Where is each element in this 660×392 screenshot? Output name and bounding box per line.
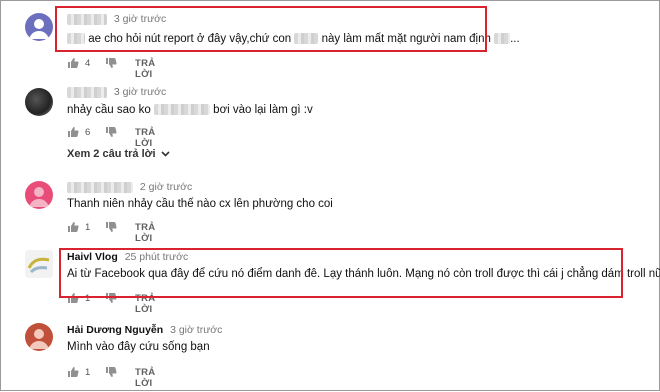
blurred-text (494, 33, 511, 45)
comment-item: 3 giờ trước ae cho hỏi nút report ở đây … (1, 1, 660, 80)
comment-time[interactable]: 2 giờ trước (140, 181, 192, 193)
comment-item: 2 giờ trước Thanh niên nhảy cầu thế nào … (1, 176, 660, 244)
blurred-text (153, 104, 210, 116)
user-icon (29, 329, 49, 349)
comment-text: ae cho hỏi nút report ở đây vậy,chứ con … (67, 33, 520, 45)
thumbs-up-icon[interactable] (67, 126, 79, 138)
comment-item: 3 giờ trước nhảy cầu sao ko bơi vào lại … (1, 76, 660, 176)
comment-meta: 3 giờ trước (67, 86, 166, 98)
like-count: 1 (85, 222, 91, 233)
user-icon (29, 187, 49, 207)
reply-button[interactable]: TRẢ LỜI (135, 367, 155, 389)
comment-text: Thanh niên nhảy cầu thế nào cx lên phườn… (67, 198, 333, 210)
thumbs-down-icon[interactable] (105, 292, 117, 304)
comment-author[interactable]: Hải Dương Nguyễn (67, 324, 163, 336)
avatar[interactable] (25, 88, 53, 116)
comment-text-part: bơi vào lại làm gì :v (213, 104, 313, 116)
comment-text-part: nhảy cầu sao ko (67, 104, 151, 116)
comment-text: nhảy cầu sao ko bơi vào lại làm gì :v (67, 104, 313, 116)
blurred-text (67, 33, 85, 45)
comment-time[interactable]: 3 giờ trước (114, 13, 166, 25)
comment-author[interactable]: Haivl Vlog (67, 251, 118, 263)
comment-meta: Hải Dương Nguyễn 3 giờ trước (67, 324, 222, 336)
comment-time[interactable]: 25 phút trước (125, 251, 189, 263)
view-replies-label: Xem 2 câu trả lời (67, 148, 156, 160)
avatar[interactable] (25, 13, 53, 41)
comment-meta: Haivl Vlog 25 phút trước (67, 251, 188, 263)
channel-logo-icon (27, 257, 50, 274)
comment-time[interactable]: 3 giờ trước (114, 86, 166, 98)
author-name-blurred[interactable] (67, 86, 107, 98)
author-name-blurred[interactable] (67, 13, 107, 25)
comment-meta: 3 giờ trước (67, 13, 166, 25)
like-count: 4 (85, 58, 91, 69)
author-name-blurred[interactable] (67, 181, 133, 193)
avatar[interactable] (25, 323, 53, 351)
like-count: 1 (85, 293, 91, 304)
comment-item: Hải Dương Nguyễn 3 giờ trước Mình vào đâ… (1, 316, 660, 392)
avatar[interactable] (25, 181, 53, 209)
like-count: 1 (85, 367, 91, 378)
comment-text: Mình vào đây cứu sống bạn (67, 341, 210, 353)
avatar[interactable] (25, 250, 53, 278)
thumbs-down-icon[interactable] (105, 366, 117, 378)
view-replies-button[interactable]: Xem 2 câu trả lời (67, 148, 170, 160)
comment-meta: 2 giờ trước (67, 181, 192, 193)
comment-text-part: này làm mất mặt người nam định (321, 33, 491, 45)
reply-button[interactable]: TRẢ LỜI (135, 293, 155, 315)
thumbs-up-icon[interactable] (67, 57, 79, 69)
user-icon (29, 19, 49, 39)
reply-button[interactable]: TRẢ LỜI (135, 127, 155, 149)
thumbs-up-icon[interactable] (67, 221, 79, 233)
thumbs-down-icon[interactable] (105, 57, 117, 69)
comment-time[interactable]: 3 giờ trước (170, 324, 222, 336)
comment-item: Haivl Vlog 25 phút trước Ai từ Facebook … (1, 244, 660, 316)
comment-text: Ai từ Facebook qua đây để cứu nó điểm da… (67, 268, 660, 280)
blurred-text (294, 33, 319, 45)
thumbs-down-icon[interactable] (105, 221, 117, 233)
thumbs-up-icon[interactable] (67, 292, 79, 304)
thumbs-down-icon[interactable] (105, 126, 117, 138)
like-count: 6 (85, 127, 91, 138)
comment-text-part: ae cho hỏi nút report ở đây vậy,chứ con (88, 33, 292, 45)
thumbs-up-icon[interactable] (67, 366, 79, 378)
reply-button[interactable]: TRẢ LỜI (135, 222, 155, 244)
chevron-down-icon (161, 151, 170, 157)
